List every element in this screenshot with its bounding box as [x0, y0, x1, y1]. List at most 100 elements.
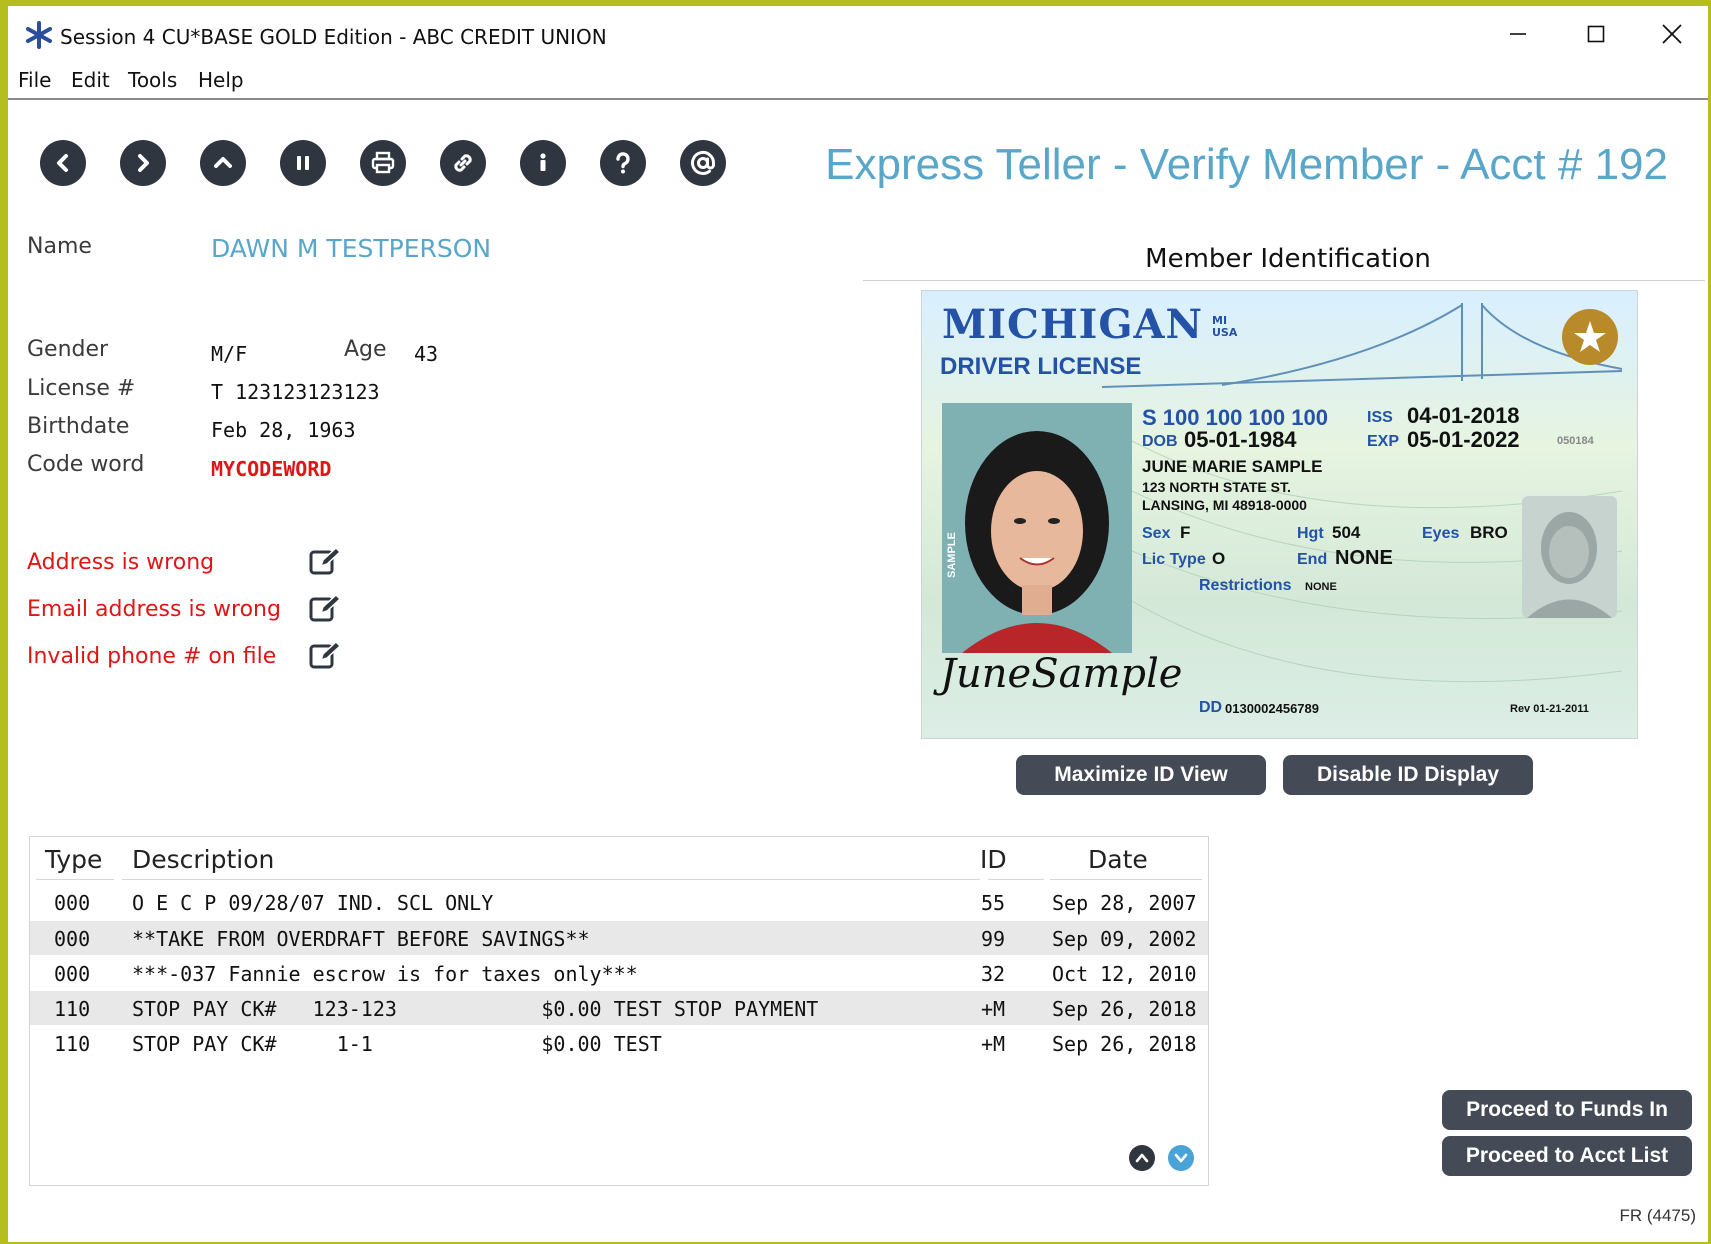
menu-file[interactable]: File — [18, 68, 51, 92]
card-address1: 123 NORTH STATE ST. — [1142, 479, 1291, 495]
menu-help[interactable]: Help — [198, 68, 244, 92]
card-code: 050184 — [1557, 435, 1594, 447]
help-button[interactable] — [600, 140, 646, 186]
cell-description: O E C P 09/28/07 IND. SCL ONLY — [132, 891, 494, 915]
cell-type: 000 — [54, 891, 91, 915]
maximize-icon — [1587, 25, 1605, 43]
info-icon — [540, 153, 546, 171]
menu-edit[interactable]: Edit — [71, 68, 110, 92]
card-dob: 05-01-1984 — [1184, 427, 1297, 452]
cell-type: 000 — [54, 962, 91, 986]
card-exp-label: EXP — [1367, 433, 1400, 450]
birthdate-value: Feb 28, 1963 — [211, 418, 356, 442]
table-row[interactable]: 000 ***-037 Fannie escrow is for taxes o… — [30, 956, 1208, 990]
warning-email[interactable]: Email address is wrong — [27, 597, 281, 622]
maximize-button[interactable] — [1566, 14, 1626, 54]
card-iss-label: ISS — [1367, 409, 1393, 426]
table-row[interactable]: 110 STOP PAY CK# 1-1 $0.00 TEST +M Sep 2… — [30, 1026, 1208, 1060]
card-holder: JUNE MARIE SAMPLE — [1142, 457, 1323, 476]
member-identification-title: Member Identification — [1145, 244, 1431, 274]
card-address2: LANSING, MI 48918-0000 — [1142, 497, 1307, 513]
edit-phone-icon[interactable] — [308, 640, 342, 672]
link-button[interactable] — [440, 140, 486, 186]
header-rule — [1050, 879, 1202, 880]
cell-date: Sep 26, 2018 — [1052, 997, 1197, 1021]
page-title: Express Teller - Verify Member - Acct # … — [825, 140, 1668, 189]
codeword-value: MYCODEWORD — [211, 457, 332, 481]
divider — [863, 280, 1705, 281]
up-button[interactable] — [200, 140, 246, 186]
cell-type: 110 — [54, 1032, 91, 1056]
header-rule — [122, 879, 980, 880]
print-icon — [371, 151, 395, 174]
cell-description: STOP PAY CK# 123-123 $0.00 TEST STOP PAY… — [132, 997, 819, 1021]
cell-description: ***-037 Fannie escrow is for taxes only*… — [132, 962, 638, 986]
table-row[interactable]: 000 **TAKE FROM OVERDRAFT BEFORE SAVINGS… — [30, 921, 1208, 955]
comments-table: Type Description ID Date 000 O E C P 09/… — [29, 836, 1209, 1186]
sample-watermark: SAMPLE — [946, 532, 958, 578]
cell-date: Oct 12, 2010 — [1052, 962, 1197, 986]
proceed-funds-in-button[interactable]: Proceed to Funds In — [1442, 1090, 1692, 1130]
star-seal — [1562, 309, 1618, 365]
member-name: DAWN M TESTPERSON — [211, 234, 492, 263]
card-hgt: 504 — [1332, 523, 1361, 542]
scroll-up-button[interactable] — [1129, 1145, 1155, 1171]
warning-phone[interactable]: Invalid phone # on file — [27, 644, 276, 669]
cell-date: Sep 28, 2007 — [1052, 891, 1197, 915]
cell-date: Sep 09, 2002 — [1052, 927, 1197, 951]
gender-label: Gender — [27, 337, 109, 362]
cell-id: 32 — [981, 962, 1006, 986]
close-button[interactable] — [1642, 14, 1702, 54]
card-exp: 05-01-2022 — [1407, 427, 1520, 452]
card-lic-type: O — [1212, 549, 1226, 568]
edit-email-icon[interactable] — [308, 593, 342, 625]
scroll-down-button[interactable] — [1168, 1145, 1194, 1171]
maximize-id-view-button[interactable]: Maximize ID View — [1016, 755, 1266, 795]
email-button[interactable] — [680, 140, 726, 186]
portrait-image — [962, 431, 1112, 653]
id-card-image: MICHIGAN MI USA DRIVER LICENSE SAMPLE S 1… — [921, 290, 1638, 739]
card-end-label: End — [1297, 551, 1328, 568]
col-header-date: Date — [1088, 845, 1148, 874]
cell-type: 000 — [54, 927, 91, 951]
card-type: DRIVER LICENSE — [940, 353, 1142, 380]
proceed-acct-list-button[interactable]: Proceed to Acct List — [1442, 1136, 1692, 1176]
card-restrictions: NONE — [1305, 581, 1337, 593]
chevron-down-icon — [1174, 1153, 1188, 1163]
star-icon — [1574, 321, 1606, 352]
cell-type: 110 — [54, 997, 91, 1021]
screen-code: FR (4475) — [1619, 1206, 1696, 1225]
email-icon — [691, 150, 716, 175]
card-eyes: BRO — [1470, 523, 1508, 542]
card-restrictions-label: Restrictions — [1199, 577, 1292, 594]
disable-id-display-button[interactable]: Disable ID Display — [1283, 755, 1533, 795]
info-button[interactable] — [520, 140, 566, 186]
cell-id: +M — [981, 1032, 1006, 1056]
back-button[interactable] — [40, 140, 86, 186]
minimize-button[interactable] — [1488, 14, 1548, 54]
ghost-portrait-image — [1527, 512, 1612, 618]
card-state: MICHIGAN — [942, 301, 1204, 348]
edit-address-icon[interactable] — [308, 546, 342, 578]
codeword-label: Code word — [27, 452, 145, 477]
link-icon — [454, 154, 472, 172]
menu-tools[interactable]: Tools — [128, 68, 177, 92]
col-header-id: ID — [980, 845, 1007, 874]
warning-address[interactable]: Address is wrong — [27, 550, 214, 575]
card-lic-type-label: Lic Type — [1142, 551, 1206, 568]
cell-description: STOP PAY CK# 1-1 $0.00 TEST — [132, 1032, 662, 1056]
card-dd-label: DD — [1199, 699, 1223, 716]
cell-date: Sep 26, 2018 — [1052, 1032, 1197, 1056]
print-button[interactable] — [360, 140, 406, 186]
pause-button[interactable] — [280, 140, 326, 186]
main-content: Express Teller - Verify Member - Acct # … — [8, 100, 1708, 1242]
cell-id: 55 — [981, 891, 1006, 915]
table-row[interactable]: 000 O E C P 09/28/07 IND. SCL ONLY 55 Se… — [30, 885, 1208, 919]
forward-button[interactable] — [120, 140, 166, 186]
ghost-photo — [1522, 496, 1617, 618]
col-header-type: Type — [45, 845, 103, 874]
up-icon — [214, 157, 232, 168]
forward-icon — [138, 154, 149, 172]
table-row[interactable]: 110 STOP PAY CK# 123-123 $0.00 TEST STOP… — [30, 991, 1208, 1025]
chevron-up-icon — [1135, 1153, 1149, 1163]
